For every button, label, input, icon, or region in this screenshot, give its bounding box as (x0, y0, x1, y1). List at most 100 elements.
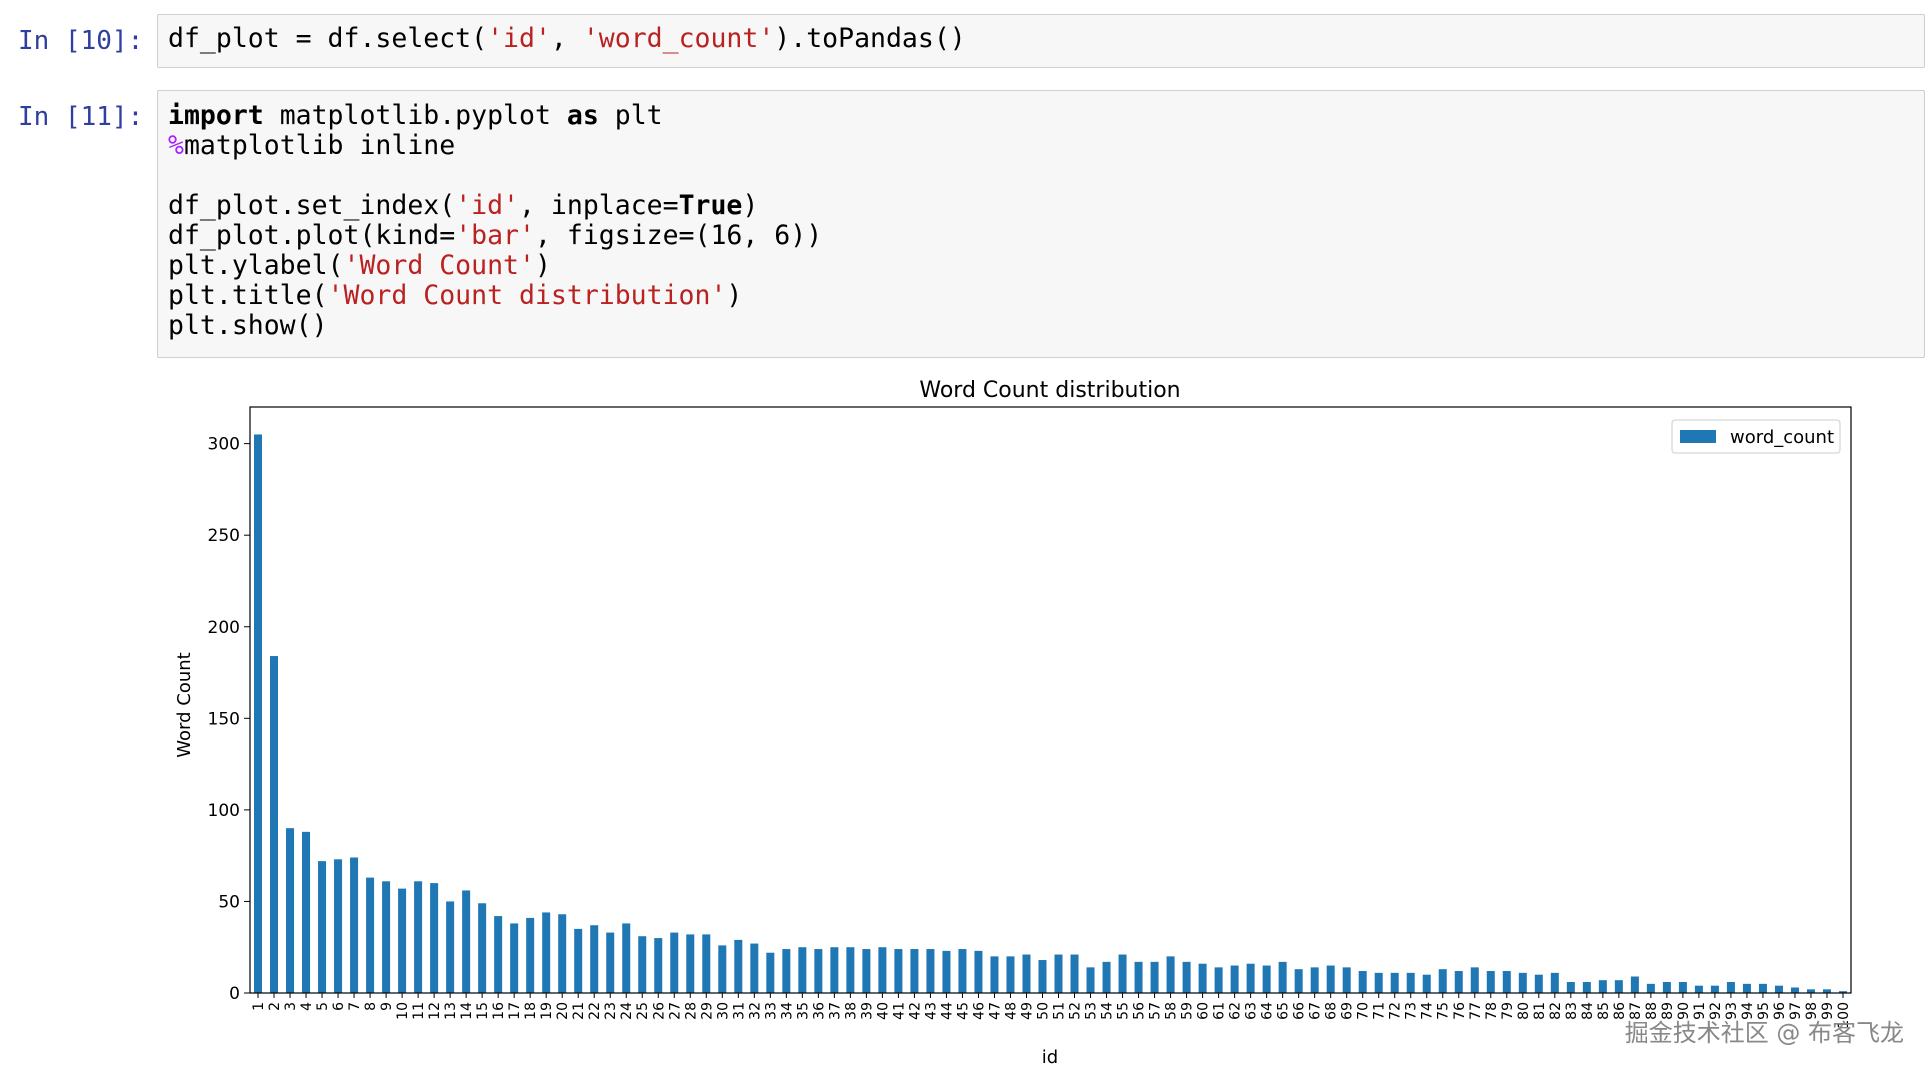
bar (542, 912, 551, 993)
bar (590, 925, 599, 993)
bars (254, 434, 1847, 993)
x-tick-label: 22 (587, 1002, 603, 1020)
bar (702, 934, 711, 993)
y-tick-label: 300 (208, 435, 240, 455)
x-tick-label: 17 (507, 1002, 523, 1020)
bar (830, 947, 839, 993)
bar (1054, 954, 1063, 993)
x-tick-label: 2 (267, 1002, 283, 1011)
bar (1438, 969, 1447, 993)
bar (318, 861, 327, 993)
x-tick-label: 13 (443, 1002, 459, 1020)
x-tick-label: 47 (987, 1002, 1003, 1020)
x-tick-label: 52 (1068, 1002, 1084, 1020)
x-tick-label: 67 (1308, 1002, 1324, 1020)
x-tick-label: 82 (1548, 1002, 1564, 1020)
x-tick-label: 7 (347, 1002, 363, 1011)
bar (1150, 961, 1159, 993)
x-tick-label: 40 (875, 1002, 891, 1020)
x-tick-label: 81 (1532, 1002, 1548, 1020)
x-tick-label: 71 (1372, 1002, 1388, 1020)
code-line: plt.show() (168, 310, 328, 341)
x-tick-label: 78 (1484, 1002, 1500, 1020)
x-tick-label: 73 (1404, 1002, 1420, 1020)
x-tick-label: 15 (475, 1002, 491, 1020)
x-tick-label: 50 (1035, 1002, 1051, 1020)
code-line: %matplotlib inline (168, 130, 456, 161)
y-axis-ticks: 0 50 100 150 200 250 300 (208, 435, 250, 1004)
x-tick-label: 26 (651, 1002, 667, 1020)
x-tick-label: 59 (1180, 1002, 1196, 1020)
bar (1326, 965, 1335, 993)
bar (1038, 960, 1047, 993)
x-tick-label: 68 (1324, 1002, 1340, 1020)
bar (878, 947, 887, 993)
bar (1294, 969, 1303, 993)
x-tick-label: 3 (283, 1002, 299, 1011)
x-tick-label: 54 (1100, 1002, 1116, 1020)
y-tick-label: 50 (218, 892, 240, 912)
bar (302, 831, 311, 993)
bar (654, 938, 663, 993)
bar (430, 883, 439, 993)
bar (798, 947, 807, 993)
x-tick-label: 10 (395, 1002, 411, 1020)
x-tick-label: 11 (411, 1002, 427, 1020)
bar (606, 932, 615, 993)
bar (414, 881, 423, 993)
x-tick-label: 79 (1500, 1002, 1516, 1020)
x-tick-label: 23 (603, 1002, 619, 1020)
code-line: df_plot.set_index('id', inplace=True) (168, 190, 759, 221)
x-tick-label: 66 (1292, 1002, 1308, 1020)
x-tick-label: 38 (843, 1002, 859, 1020)
bar (1598, 980, 1607, 993)
bar (1262, 965, 1271, 993)
code-line: import matplotlib.pyplot as plt (168, 100, 663, 131)
bar (782, 949, 791, 993)
cell-prompt: In [11]: (18, 102, 144, 132)
bar (1566, 982, 1575, 993)
code-editor[interactable]: df_plot = df.select('id', 'word_count').… (157, 14, 1925, 68)
x-tick-label: 49 (1019, 1002, 1035, 1020)
x-tick-label: 21 (571, 1002, 587, 1020)
bar (1518, 972, 1527, 993)
bar (574, 928, 583, 993)
x-tick-label: 45 (955, 1002, 971, 1020)
code-editor[interactable]: import matplotlib.pyplot as plt %matplotl… (157, 90, 1925, 358)
x-tick-label: 48 (1003, 1002, 1019, 1020)
bar (286, 828, 295, 993)
x-tick-label: 72 (1388, 1002, 1404, 1020)
bar (1678, 982, 1687, 993)
x-tick-label: 62 (1228, 1002, 1244, 1020)
y-tick-label: 0 (229, 984, 240, 1004)
bar (1614, 980, 1623, 993)
bar (1534, 974, 1543, 993)
bar (382, 881, 391, 993)
bar-chart: Word Count distribution Word Count id 0 5… (174, 378, 1852, 1068)
code-line: df_plot.plot(kind='bar', figsize=(16, 6)… (168, 220, 823, 251)
x-tick-label: 80 (1516, 1002, 1532, 1020)
x-tick-label: 46 (971, 1002, 987, 1020)
x-tick-label: 33 (763, 1002, 779, 1020)
x-tick-label: 84 (1580, 1002, 1596, 1020)
x-tick-label: 4 (299, 1002, 315, 1011)
x-tick-label: 14 (459, 1002, 475, 1020)
bar (1198, 963, 1207, 993)
bar (1630, 976, 1639, 993)
bar (638, 936, 647, 993)
bar (750, 943, 759, 993)
bar (1710, 985, 1719, 993)
bar (846, 947, 855, 993)
bar (766, 952, 775, 993)
bar (686, 934, 695, 993)
bar (1790, 987, 1799, 993)
bar (910, 949, 919, 993)
x-tick-label: 18 (523, 1002, 539, 1020)
bar (398, 888, 407, 993)
output-chart: Word Count distribution Word Count id 0 5… (150, 365, 1932, 1076)
bar (1390, 972, 1399, 993)
bar (974, 950, 983, 993)
x-tick-label: 60 (1196, 1002, 1212, 1020)
bar (1694, 985, 1703, 993)
